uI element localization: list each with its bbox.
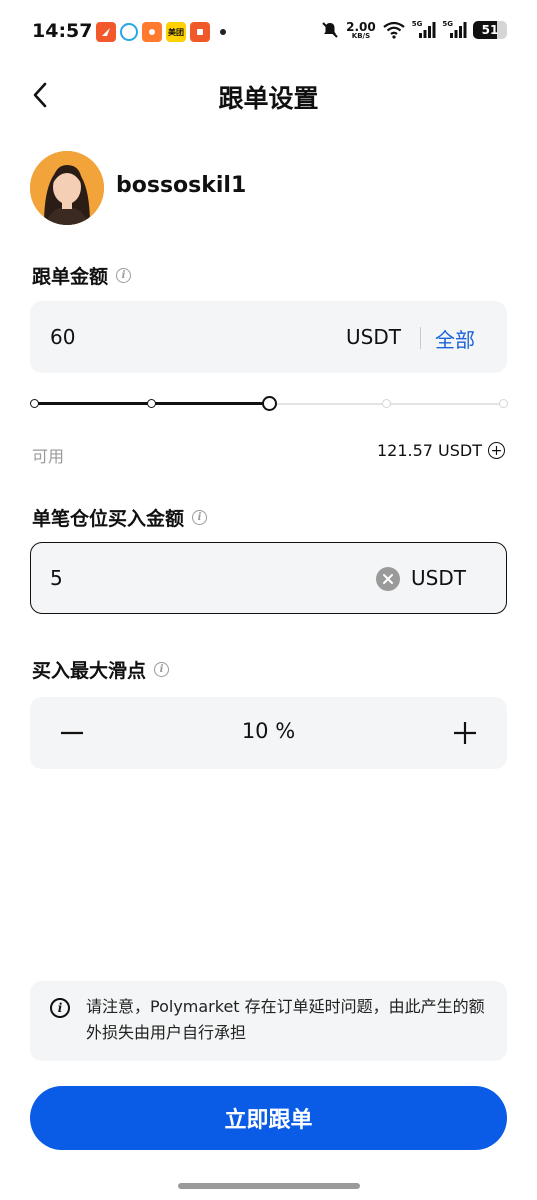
increment-button[interactable] — [447, 715, 483, 751]
network-speed: 2.00 KB/S — [346, 19, 376, 40]
clear-icon[interactable] — [376, 567, 400, 591]
info-icon: i — [50, 998, 70, 1018]
available-balance: 121.57 USDT + — [377, 441, 505, 460]
info-icon[interactable]: i — [154, 662, 170, 677]
chat-notification-icon — [120, 23, 138, 41]
all-button[interactable]: 全部 — [435, 324, 475, 353]
per-position-value[interactable]: 5 — [50, 566, 63, 590]
per-position-label-row: 单笔仓位买入金额 i — [32, 504, 208, 531]
system-icons: 2.00 KB/S 5G 5G 51 — [320, 20, 507, 40]
info-icon[interactable]: i — [192, 510, 208, 525]
home-indicator[interactable] — [178, 1183, 360, 1189]
username: bossoskil1 — [116, 173, 247, 198]
amount-label: 跟单金额 — [32, 266, 109, 288]
notification-icons: 美团 — [96, 22, 226, 42]
status-time: 14:57 — [32, 20, 93, 42]
slippage-stepper: 10 % — [30, 697, 507, 769]
avatar — [30, 151, 104, 225]
notice-banner: i 请注意，Polymarket 存在订单延时问题，由此产生的额外损失由用户自行… — [30, 981, 507, 1061]
available-value: 121.57 USDT — [376, 441, 482, 460]
per-position-unit: USDT — [411, 566, 466, 590]
notice-text: 请注意，Polymarket 存在订单延时问题，由此产生的额外损失由用户自行承担 — [86, 997, 485, 1042]
amount-label-row: 跟单金额 i — [32, 262, 132, 289]
status-bar: 14:57 美团 2.00 KB/S 5G 5G 51 — [0, 0, 537, 62]
follow-now-button[interactable]: 立即跟单 — [30, 1086, 507, 1150]
per-position-input[interactable]: 5 USDT — [30, 542, 507, 614]
app-notification-icon — [142, 22, 162, 42]
plus-icon — [454, 722, 476, 744]
slider-thumb[interactable] — [261, 396, 277, 411]
info-icon[interactable]: i — [116, 268, 132, 283]
divider — [420, 327, 421, 349]
signal-icon: 5G — [412, 20, 437, 39]
page-title: 跟单设置 — [218, 84, 319, 113]
header: 跟单设置 — [0, 70, 537, 120]
add-funds-icon[interactable]: + — [488, 442, 505, 459]
slippage-label-row: 买入最大滑点 i — [32, 656, 170, 683]
mute-icon — [320, 20, 340, 40]
amount-unit: USDT — [346, 325, 401, 349]
amount-slider[interactable] — [30, 394, 508, 414]
meituan-notification-icon: 美团 — [166, 22, 186, 42]
slider-stop[interactable] — [30, 399, 39, 408]
battery-icon: 51 — [473, 21, 507, 39]
per-position-label: 单笔仓位买入金额 — [32, 508, 185, 530]
more-notifications-dot — [220, 29, 226, 35]
app-notification-icon — [96, 22, 116, 42]
amount-input[interactable]: 60 USDT 全部 — [30, 301, 507, 373]
slippage-label: 买入最大滑点 — [32, 660, 147, 682]
slider-stop[interactable] — [381, 399, 391, 408]
available-label: 可用 — [32, 447, 65, 466]
wifi-icon — [382, 21, 406, 39]
slippage-value[interactable]: 10 % — [30, 719, 507, 743]
slider-stop[interactable] — [147, 399, 157, 408]
slider-stop[interactable] — [499, 399, 508, 408]
signal-icon: 5G — [442, 20, 467, 39]
app-notification-icon — [190, 22, 210, 42]
amount-value[interactable]: 60 — [50, 325, 75, 349]
